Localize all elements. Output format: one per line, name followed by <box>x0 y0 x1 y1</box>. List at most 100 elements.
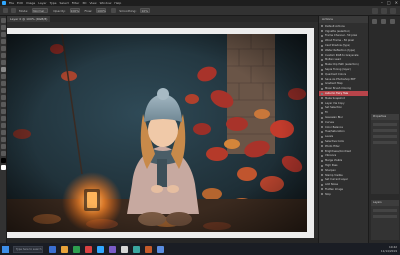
pen-tool-icon[interactable] <box>1 116 6 121</box>
action-toggle-checkbox[interactable] <box>321 164 323 167</box>
action-toggle-checkbox[interactable] <box>321 174 323 177</box>
action-toggle-checkbox[interactable] <box>321 154 323 157</box>
path-select-tool-icon[interactable] <box>1 130 6 135</box>
action-toggle-checkbox[interactable] <box>321 188 323 191</box>
action-toggle-checkbox[interactable] <box>321 193 323 196</box>
history-brush-tool-icon[interactable] <box>1 81 6 86</box>
taskbar-app-icon[interactable] <box>145 245 152 253</box>
action-toggle-checkbox[interactable] <box>321 82 323 85</box>
actions-panel-title[interactable]: Actions <box>319 16 368 23</box>
zoom-tool-icon[interactable] <box>1 151 6 156</box>
action-item-label: Gaussian Blur <box>325 116 343 120</box>
swatches-icon[interactable] <box>390 19 395 24</box>
action-item[interactable]: Stop <box>319 192 368 197</box>
taskbar-app-icon[interactable] <box>133 245 140 253</box>
flow-field[interactable]: 100% <box>96 8 107 13</box>
action-item-label: Default Actions <box>325 24 345 28</box>
gradient-tool-icon[interactable] <box>1 95 6 100</box>
action-toggle-checkbox[interactable] <box>321 121 323 124</box>
move-tool-icon[interactable] <box>1 18 6 23</box>
action-toggle-checkbox[interactable] <box>321 44 323 47</box>
action-toggle-checkbox[interactable] <box>321 183 323 186</box>
hand-tool-icon[interactable] <box>1 144 6 149</box>
action-item-label: Cast Shadow (type) <box>325 44 351 48</box>
opacity-label: Opacity: <box>53 8 66 13</box>
layers-panel-title[interactable]: Layers <box>371 200 399 206</box>
taskbar-app-icon[interactable] <box>97 245 104 253</box>
action-toggle-checkbox[interactable] <box>321 54 323 57</box>
action-toggle-checkbox[interactable] <box>321 130 323 133</box>
background-color-swatch[interactable] <box>1 165 6 170</box>
taskbar-app-icon[interactable] <box>49 245 56 253</box>
action-toggle-checkbox[interactable] <box>321 49 323 52</box>
type-tool-icon[interactable] <box>1 123 6 128</box>
taskbar-app-icon[interactable] <box>61 245 68 253</box>
action-toggle-checkbox[interactable] <box>321 150 323 153</box>
share-icon[interactable] <box>390 8 396 14</box>
taskbar-app-icon[interactable] <box>109 245 116 253</box>
clone-stamp-tool-icon[interactable] <box>1 74 6 79</box>
document-canvas[interactable] <box>7 28 314 238</box>
action-toggle-checkbox[interactable] <box>321 106 323 109</box>
properties-panel-title[interactable]: Properties <box>371 114 399 120</box>
action-toggle-checkbox[interactable] <box>321 159 323 162</box>
taskbar-search[interactable]: Type here to search <box>13 245 43 253</box>
action-toggle-checkbox[interactable] <box>321 30 323 33</box>
quick-select-tool-icon[interactable] <box>1 39 6 44</box>
mode-select[interactable]: Normal <box>32 8 49 13</box>
layer-row[interactable] <box>373 215 397 218</box>
eraser-tool-icon[interactable] <box>1 88 6 93</box>
layer-row[interactable] <box>373 209 397 212</box>
brush-settings-icon[interactable] <box>11 8 16 13</box>
lasso-tool-icon[interactable] <box>1 32 6 37</box>
action-toggle-checkbox[interactable] <box>321 68 323 71</box>
opacity-field[interactable]: 100% <box>69 8 80 13</box>
airbrush-icon[interactable] <box>111 8 117 13</box>
action-toggle-checkbox[interactable] <box>321 73 323 76</box>
color-icon[interactable] <box>381 19 386 24</box>
healing-brush-tool-icon[interactable] <box>1 60 6 65</box>
action-toggle-checkbox[interactable] <box>321 34 323 37</box>
foreground-color-swatch[interactable] <box>1 158 6 163</box>
taskbar-app-icon[interactable] <box>121 245 128 253</box>
action-toggle-checkbox[interactable] <box>321 97 323 100</box>
brush-preset-icon[interactable] <box>3 8 8 13</box>
action-item-label: Molten Lead <box>325 58 341 62</box>
brush-tool-icon[interactable] <box>1 67 6 72</box>
start-button-icon[interactable] <box>2 245 9 253</box>
action-toggle-checkbox[interactable] <box>321 102 323 105</box>
history-icon[interactable] <box>372 19 377 24</box>
action-toggle-checkbox[interactable] <box>321 116 323 119</box>
action-toggle-checkbox[interactable] <box>321 111 323 114</box>
system-tray[interactable]: 10:42 11/14/2019 <box>381 245 397 253</box>
shape-tool-icon[interactable] <box>1 137 6 142</box>
marquee-tool-icon[interactable] <box>1 25 6 30</box>
taskbar-app-icon[interactable] <box>157 245 164 253</box>
crop-tool-icon[interactable] <box>1 46 6 51</box>
taskbar-app-icon[interactable] <box>73 245 80 253</box>
action-toggle-checkbox[interactable] <box>321 178 323 181</box>
action-item-label: Frame Channel - 50 pixel <box>325 34 358 38</box>
action-toggle-checkbox[interactable] <box>321 169 323 172</box>
action-toggle-checkbox[interactable] <box>321 126 323 129</box>
actions-panel: Actions Default Actions Vignette (selecti… <box>318 16 368 243</box>
action-toggle-checkbox[interactable] <box>321 63 323 66</box>
canvas-area[interactable] <box>7 22 318 243</box>
action-toggle-checkbox[interactable] <box>321 135 323 138</box>
action-toggle-checkbox[interactable] <box>321 78 323 81</box>
smoothing-field[interactable]: 10% <box>140 8 151 13</box>
taskbar-app-icon[interactable] <box>85 245 92 253</box>
workspace-icon[interactable] <box>381 8 387 14</box>
action-toggle-checkbox[interactable] <box>321 87 323 90</box>
action-item-label: Fill <box>325 111 329 115</box>
dodge-tool-icon[interactable] <box>1 109 6 114</box>
blur-tool-icon[interactable] <box>1 102 6 107</box>
eyedropper-tool-icon[interactable] <box>1 53 6 58</box>
search-icon[interactable] <box>372 8 378 14</box>
action-toggle-checkbox[interactable] <box>321 140 323 143</box>
action-toggle-checkbox[interactable] <box>321 58 323 61</box>
action-toggle-checkbox[interactable] <box>321 92 323 95</box>
action-toggle-checkbox[interactable] <box>321 145 323 148</box>
action-toggle-checkbox[interactable] <box>321 39 323 42</box>
action-toggle-checkbox[interactable] <box>321 25 323 28</box>
